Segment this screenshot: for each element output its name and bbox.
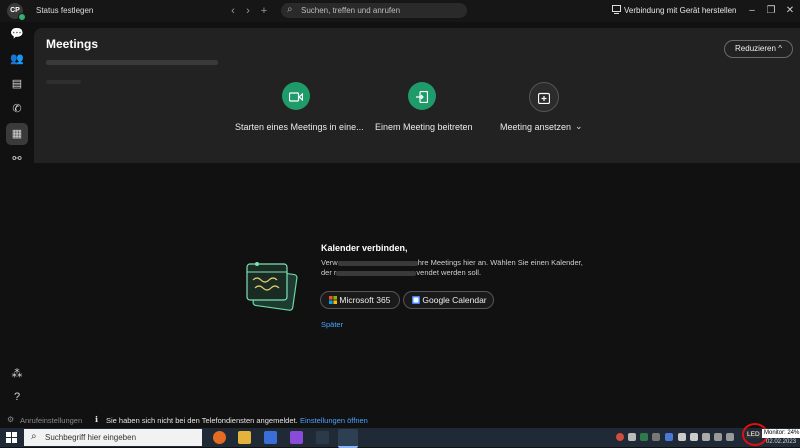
text-segment: Verw — [321, 258, 338, 267]
google-calendar-button[interactable]: Google Calendar — [403, 291, 494, 309]
set-status-button[interactable]: Status festlegen — [36, 6, 93, 15]
add-icon[interactable]: + — [257, 4, 271, 18]
start-meeting-label[interactable]: Starten eines Meetings in eine... — [235, 122, 364, 132]
phone-service-notice: Sie haben sich nicht bei den Telefondien… — [106, 416, 298, 425]
device-connect-icon — [612, 5, 621, 14]
presence-status-dot — [18, 13, 26, 21]
bluetooth-icon[interactable] — [665, 433, 673, 441]
redacted-text — [337, 260, 418, 266]
calendar-connect-text-line2: der r vendet werden soll. — [321, 268, 481, 277]
tray-icon[interactable] — [628, 433, 636, 441]
google-calendar-icon — [412, 296, 420, 304]
phone-settings-icon: ⚙ — [7, 415, 15, 424]
later-link[interactable]: Später — [321, 320, 343, 329]
info-icon: ℹ — [95, 415, 99, 424]
chevron-down-icon[interactable]: ⌄ — [575, 121, 583, 132]
text-segment: der r — [321, 268, 337, 277]
search-placeholder: Suchen, treffen und anrufen — [301, 6, 401, 15]
calendar-connect-title: Kalender verbinden, — [321, 243, 408, 253]
page-title: Meetings — [46, 37, 99, 51]
tray-icon[interactable] — [714, 433, 722, 441]
windows-start-icon[interactable] — [6, 432, 17, 443]
text-segment: hre Meetings hier an. Wählen Sie einen K… — [417, 258, 583, 267]
text-segment: vendet werden soll. — [416, 268, 482, 277]
calendar-icon[interactable]: ▦ — [6, 123, 28, 145]
app-icon[interactable] — [316, 431, 329, 444]
search-input[interactable]: ⌕ Suchen, treffen und anrufen — [281, 3, 467, 18]
forward-icon[interactable]: › — [241, 4, 255, 18]
search-icon: ⌕ — [31, 431, 37, 442]
monitor-level-text: Monitor: 24% — [764, 430, 800, 436]
chevron-up-icon: ^ — [778, 44, 782, 53]
open-settings-link[interactable]: Einstellungen öffnen — [300, 416, 368, 425]
taskbar-date[interactable]: 02.02.2023 — [766, 439, 796, 445]
redacted-text — [46, 80, 81, 84]
minimize-icon[interactable]: – — [745, 4, 759, 18]
contacts-icon[interactable]: ▤ — [8, 75, 26, 93]
microsoft-logo-icon — [329, 296, 337, 304]
app-icon[interactable] — [264, 431, 277, 444]
phone-icon[interactable]: ✆ — [8, 100, 26, 118]
app-icon[interactable] — [290, 431, 303, 444]
join-meeting-label[interactable]: Einem Meeting beitreten — [375, 122, 473, 132]
tray-icon[interactable] — [616, 433, 624, 441]
schedule-meeting-button[interactable] — [529, 82, 559, 112]
join-meeting-button[interactable] — [408, 82, 436, 110]
search-icon: ⌕ — [287, 4, 293, 15]
tray-icon[interactable] — [690, 433, 698, 441]
calendar-add-icon — [537, 92, 551, 104]
reduce-button[interactable]: Reduzieren ^ — [724, 40, 793, 58]
microsoft-365-label: Microsoft 365 — [339, 295, 391, 305]
tray-icon[interactable] — [726, 433, 734, 441]
tray-icon[interactable] — [640, 433, 648, 441]
tray-icon[interactable] — [678, 433, 686, 441]
redacted-text — [336, 270, 417, 276]
tray-icon[interactable] — [702, 433, 710, 441]
taskbar-search-input[interactable]: ⌕ Suchbegriff hier eingeben — [24, 429, 202, 446]
workflow-icon[interactable]: ⚯ — [8, 150, 26, 168]
file-explorer-icon[interactable] — [238, 431, 251, 444]
video-icon — [288, 92, 304, 102]
apps-icon[interactable]: ⁂ — [8, 365, 26, 383]
join-icon — [416, 90, 429, 103]
taskbar-search-placeholder: Suchbegriff hier eingeben — [45, 433, 137, 442]
maximize-icon[interactable]: ❐ — [764, 4, 778, 18]
webex-taskbar-icon[interactable] — [338, 429, 358, 448]
reduce-label: Reduzieren — [735, 44, 776, 53]
redacted-text — [46, 60, 218, 65]
firefox-icon[interactable] — [213, 431, 226, 444]
schedule-meeting-label[interactable]: Meeting ansetzen — [500, 122, 571, 132]
tray-icon[interactable] — [652, 433, 660, 441]
teams-icon[interactable]: 👥 — [8, 50, 26, 68]
connect-device-button[interactable]: Verbindung mit Gerät herstellen — [624, 6, 737, 15]
google-calendar-label: Google Calendar — [422, 295, 487, 305]
calendar-illustration-icon — [246, 262, 298, 311]
back-icon[interactable]: ‹ — [226, 4, 240, 18]
help-icon[interactable]: ? — [8, 388, 26, 406]
call-settings-button[interactable]: Anrufeinstellungen — [20, 416, 82, 425]
microsoft-365-button[interactable]: Microsoft 365 — [320, 291, 400, 309]
chat-icon[interactable]: 💬 — [8, 25, 26, 43]
start-meeting-button[interactable] — [282, 82, 310, 110]
calendar-connect-text-line1: Verw hre Meetings hier an. Wählen Sie ein… — [321, 258, 583, 267]
close-icon[interactable]: ✕ — [783, 4, 797, 18]
